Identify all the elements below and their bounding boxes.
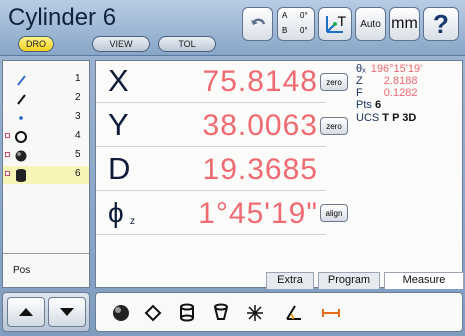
ucs-label: UCS <box>356 112 380 124</box>
feature-marker <box>5 152 10 157</box>
line-icon <box>17 75 26 86</box>
angle-subscript: z <box>130 216 135 227</box>
distance-icon[interactable] <box>320 302 342 324</box>
points-label: Pts <box>356 99 372 111</box>
feature-row[interactable]: 3 <box>3 109 89 127</box>
cylinder-icon[interactable] <box>176 302 198 324</box>
feature-number: 3 <box>75 111 81 122</box>
f-label: F <box>356 87 363 99</box>
cylinder-icon <box>16 169 26 182</box>
arrow-down-icon <box>60 308 74 316</box>
feature-number: 2 <box>75 92 81 103</box>
x-axis-label: X <box>108 63 129 98</box>
align-button[interactable]: align <box>320 204 348 222</box>
y-axis-label: Y <box>108 107 129 142</box>
feature-row[interactable]: 1 <box>3 71 89 89</box>
points-value: 6 <box>374 99 382 111</box>
feature-marker <box>5 133 10 138</box>
coord-a-label: A <box>282 11 288 20</box>
arrow-up-icon <box>19 308 33 316</box>
plane-icon[interactable] <box>142 302 164 324</box>
angle-value: 1°45'19" <box>198 197 318 230</box>
header: Cylinder 6 DRO VIEW TOL A 0° B 0° T Auto… <box>0 0 465 56</box>
cone-icon[interactable] <box>210 302 232 324</box>
view-mode-button[interactable]: VIEW <box>92 36 150 52</box>
teach-label: T <box>337 13 346 29</box>
y-value: 38.0063 <box>202 109 318 142</box>
coordinate-frame-button[interactable]: A 0° B 0° <box>277 7 315 41</box>
panel-divider <box>3 253 89 254</box>
navigation-buttons <box>2 292 90 332</box>
feature-row-selected[interactable]: 6 <box>3 166 89 184</box>
z-label: Z <box>356 75 363 87</box>
feature-number: 5 <box>75 149 81 160</box>
point-cloud-icon[interactable] <box>244 302 266 324</box>
coord-b-value: 0° <box>300 26 308 35</box>
point-icon <box>19 116 23 120</box>
feature-row[interactable]: 2 <box>3 90 89 108</box>
application-window: Cylinder 6 DRO VIEW TOL A 0° B 0° T Auto… <box>0 0 465 336</box>
tab-measure[interactable]: Measure <box>384 272 464 289</box>
diameter-label: D <box>108 151 131 186</box>
tab-extra[interactable]: Extra <box>266 272 314 289</box>
auto-button[interactable]: Auto <box>355 7 386 41</box>
tol-mode-button[interactable]: TOL <box>158 36 216 52</box>
sphere-icon[interactable] <box>110 302 132 324</box>
feature-list-panel: 1 2 3 4 5 6 Pos <box>2 60 90 288</box>
undo-button[interactable] <box>242 7 273 41</box>
sphere-icon <box>15 150 27 162</box>
z-value: 2.8188 <box>383 75 418 87</box>
angle-icon[interactable] <box>283 302 305 324</box>
function-tabs: Extra Program Measure <box>266 272 464 289</box>
diameter-value: 19.3685 <box>202 153 318 186</box>
units-button[interactable]: mm <box>389 7 420 41</box>
feature-marker <box>5 171 10 176</box>
feature-row[interactable]: 4 <box>3 128 89 146</box>
coord-b-label: B <box>282 26 288 35</box>
tab-program[interactable]: Program <box>318 272 380 289</box>
coord-a-value: 0° <box>300 11 308 20</box>
teach-probe-button[interactable]: T <box>318 7 352 41</box>
y-zero-button[interactable]: zero <box>320 117 348 135</box>
theta-value: 196°15'19' <box>370 63 423 75</box>
feature-title: Cylinder 6 <box>8 4 117 31</box>
feature-number: 4 <box>75 130 81 141</box>
dro-mode-button[interactable]: DRO <box>18 36 54 52</box>
scroll-down-button[interactable] <box>48 297 86 327</box>
x-value: 75.8148 <box>202 65 318 98</box>
feature-number: 1 <box>75 73 81 84</box>
position-tab[interactable]: Pos <box>13 265 30 276</box>
undo-icon <box>250 18 265 25</box>
line-icon <box>17 94 26 105</box>
scroll-up-button[interactable] <box>7 297 45 327</box>
x-zero-button[interactable]: zero <box>320 73 348 91</box>
f-value: 0.1282 <box>383 87 418 99</box>
circle-icon <box>15 131 27 143</box>
angle-row: ϕ z 1°45'19" <box>96 193 326 235</box>
angle-label: ϕ <box>108 197 124 228</box>
ucs-value: T P 3D <box>382 112 417 124</box>
help-button[interactable]: ? <box>423 7 459 41</box>
feature-info-panel: θₓ 196°15'19' Z 2.8188 F 0.1282 Pts 6 UC… <box>356 64 460 125</box>
feature-number: 6 <box>75 168 81 179</box>
y-axis-row: Y 38.0063 <box>96 105 326 147</box>
measure-toolbar <box>95 292 463 332</box>
feature-row[interactable]: 5 <box>3 147 89 165</box>
dro-panel: X 75.8148 zero Y 38.0063 zero D 19.3685 … <box>95 60 464 289</box>
x-axis-row: X 75.8148 <box>96 61 326 103</box>
theta-label: θₓ <box>356 63 366 75</box>
diameter-row: D 19.3685 <box>96 149 326 191</box>
